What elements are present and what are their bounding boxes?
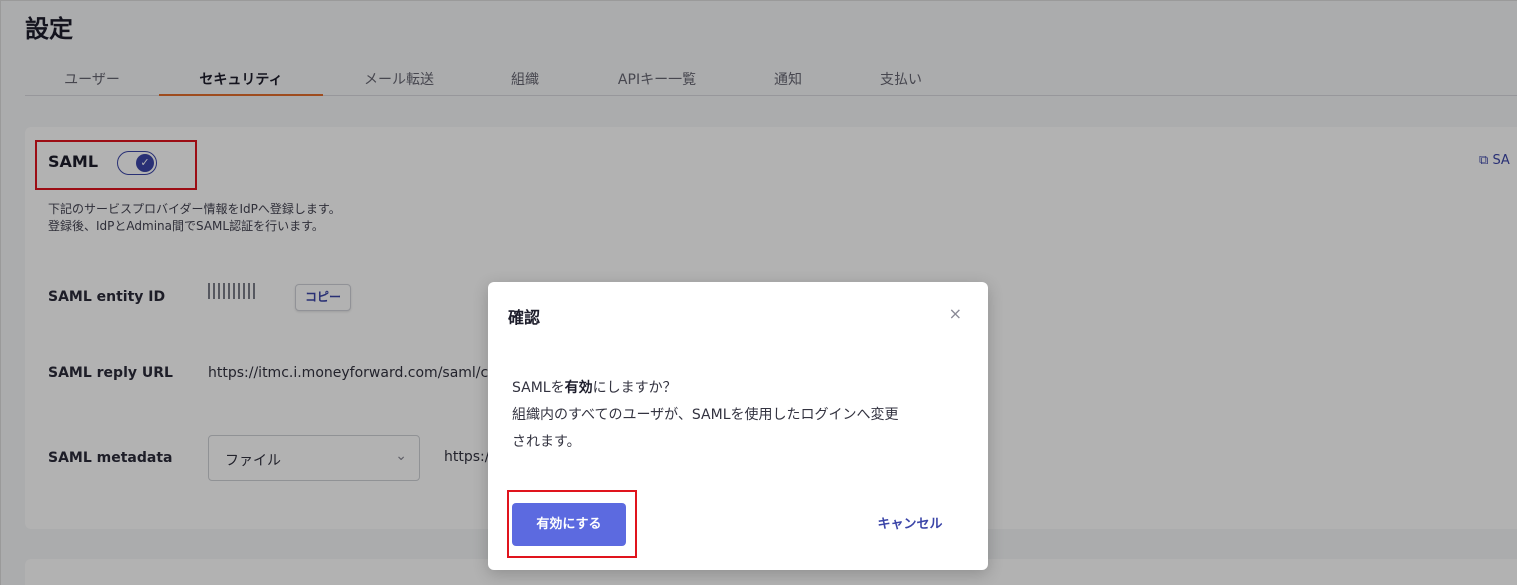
close-icon[interactable]: ×: [949, 304, 962, 323]
enable-button-highlight-box: [507, 490, 637, 558]
dialog-message-line-3: されます。: [512, 434, 581, 450]
dialog-message-line-2: 組織内のすべてのユーザが、SAMLを使用したログインへ変更: [512, 407, 899, 423]
dialog-message-line-1: SAMLを有効にしますか？: [512, 380, 677, 396]
confirm-dialog: 確認 × SAMLを有効にしますか？ 組織内のすべてのユーザが、SAMLを使用し…: [488, 282, 988, 570]
cancel-button[interactable]: キャンセル: [860, 513, 960, 537]
dialog-message: SAMLを有効にしますか？ 組織内のすべてのユーザが、SAMLを使用したログイン…: [512, 375, 962, 456]
dialog-title: 確認: [508, 308, 541, 327]
